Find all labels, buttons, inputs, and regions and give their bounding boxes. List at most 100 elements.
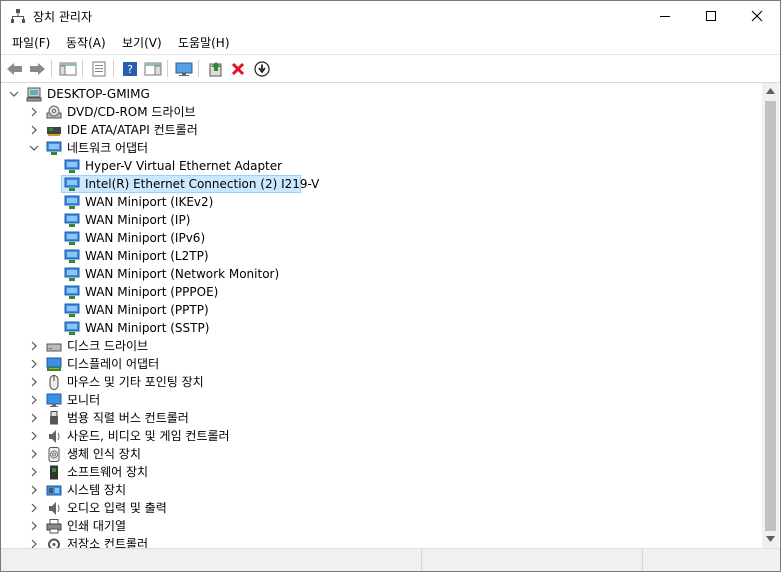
tree-category-software-devices[interactable]: 소프트웨어 장치: [1, 463, 741, 481]
tree-category-usb-controllers[interactable]: 범용 직렬 버스 컨트롤러: [1, 409, 741, 427]
tree-category-sound-video-game[interactable]: 사운드, 비디오 및 게임 컨트롤러: [1, 427, 741, 445]
properties-button[interactable]: [89, 59, 109, 79]
chevron-right-icon[interactable]: [29, 395, 39, 405]
tree-item-label: 인쇄 대기열: [67, 519, 127, 533]
tree-category-biometric[interactable]: 생체 인식 장치: [1, 445, 741, 463]
network-adapter-icon: [64, 195, 80, 209]
chevron-right-icon[interactable]: [29, 125, 39, 135]
forward-button[interactable]: [27, 59, 47, 79]
title-bar: 장치 관리자: [1, 1, 780, 31]
menu-file[interactable]: 파일(F): [12, 34, 50, 51]
download-arrow-icon: [254, 61, 270, 77]
delete-x-icon: [231, 62, 245, 76]
network-adapter-icon: [64, 303, 80, 317]
help-button[interactable]: ?: [120, 59, 140, 79]
scan-hardware-changes-button[interactable]: [174, 59, 194, 79]
tree-category-mice[interactable]: 마우스 및 기타 포인팅 장치: [1, 373, 741, 391]
tree-category-ide-ata[interactable]: IDE ATA/ATAPI 컨트롤러: [1, 121, 741, 139]
chevron-right-icon[interactable]: [29, 503, 39, 513]
tree-item-label: 소프트웨어 장치: [67, 465, 149, 479]
tree-category-dvd-cdrom[interactable]: DVD/CD-ROM 드라이브: [1, 103, 741, 121]
tree-child-wan-sstp[interactable]: WAN Miniport (SSTP): [1, 319, 741, 337]
tree-item-label: 시스템 장치: [67, 483, 127, 497]
dvd-drive-icon: [46, 105, 62, 119]
scroll-up-arrow-icon[interactable]: [766, 88, 775, 94]
uninstall-device-button[interactable]: [228, 59, 248, 79]
menu-action[interactable]: 동작(A): [66, 34, 106, 51]
tree-item-label: WAN Miniport (SSTP): [85, 321, 210, 335]
minimize-button[interactable]: [642, 1, 688, 31]
toolbar-separator: [167, 60, 168, 77]
tree-child-hyperv-adapter[interactable]: Hyper-V Virtual Ethernet Adapter: [1, 157, 741, 175]
chevron-right-icon[interactable]: [29, 377, 39, 387]
tree-item-label: Intel(R) Ethernet Connection (2) I219-V: [85, 177, 320, 191]
menu-help[interactable]: 도움말(H): [178, 34, 230, 51]
tree-item-label: 네트워크 어댑터: [67, 141, 149, 155]
chevron-down-icon[interactable]: [9, 89, 19, 99]
scroll-down-arrow-icon[interactable]: [766, 536, 775, 542]
tree-item-label: WAN Miniport (PPPOE): [85, 285, 219, 299]
status-pane-middle: [422, 549, 643, 571]
tree-child-wan-ipv6[interactable]: WAN Miniport (IPv6): [1, 229, 741, 247]
tree-category-network-adapters[interactable]: 네트워크 어댑터: [1, 139, 741, 157]
tree-child-wan-network-monitor[interactable]: WAN Miniport (Network Monitor): [1, 265, 741, 283]
network-adapter-icon: [64, 267, 80, 281]
minimize-icon: [660, 16, 670, 17]
tree-child-wan-pptp[interactable]: WAN Miniport (PPTP): [1, 301, 741, 319]
network-adapter-icon: [46, 141, 62, 155]
tree-item-label: Hyper-V Virtual Ethernet Adapter: [85, 159, 283, 173]
audio-io-icon: [49, 502, 60, 515]
chevron-right-icon[interactable]: [29, 485, 39, 495]
computer-icon: [26, 87, 42, 102]
tree-child-wan-pppoe[interactable]: WAN Miniport (PPPOE): [1, 283, 741, 301]
menu-view[interactable]: 보기(V): [122, 34, 162, 51]
usb-icon: [50, 411, 58, 425]
update-driver-button[interactable]: [206, 59, 226, 79]
system-device-icon: [46, 485, 62, 496]
download-driver-button[interactable]: [252, 59, 272, 79]
chevron-right-icon[interactable]: [29, 431, 39, 441]
scrollbar-thumb[interactable]: [765, 101, 776, 531]
chevron-right-icon[interactable]: [29, 521, 39, 531]
device-manager-window: 장치 관리자 파일(F) 동작(A) 보기(V) 도움말(H) ? DESKTO…: [0, 0, 781, 572]
tree-item-label: DVD/CD-ROM 드라이브: [67, 105, 196, 119]
software-device-icon: [50, 465, 58, 480]
close-button[interactable]: [734, 1, 780, 31]
tree-root-node[interactable]: DESKTOP-GMIMG: [1, 85, 741, 103]
chevron-right-icon[interactable]: [29, 359, 39, 369]
tree-child-wan-ikev2[interactable]: WAN Miniport (IKEv2): [1, 193, 741, 211]
tree-item-label: 사운드, 비디오 및 게임 컨트롤러: [67, 429, 230, 443]
tree-category-monitors[interactable]: 모니터: [1, 391, 741, 409]
chevron-right-icon[interactable]: [29, 107, 39, 117]
tree-child-wan-l2tp[interactable]: WAN Miniport (L2TP): [1, 247, 741, 265]
action-pane-icon: [144, 62, 162, 76]
help-icon: ?: [123, 62, 137, 76]
back-button[interactable]: [5, 59, 25, 79]
chevron-down-icon[interactable]: [29, 143, 39, 153]
tree-item-label: WAN Miniport (IP): [85, 213, 191, 227]
view-action-pane-button[interactable]: [143, 59, 163, 79]
tree-child-wan-ip[interactable]: WAN Miniport (IP): [1, 211, 741, 229]
close-icon: [751, 10, 763, 22]
tree-category-display-adapters[interactable]: 디스플레이 어댑터: [1, 355, 741, 373]
tree-category-disk-drives[interactable]: 디스크 드라이브: [1, 337, 741, 355]
update-driver-icon: [209, 62, 222, 77]
show-hide-console-tree-button[interactable]: [58, 59, 78, 79]
chevron-right-icon[interactable]: [29, 341, 39, 351]
tree-category-storage-controllers[interactable]: 저장소 컨트롤러: [1, 535, 741, 548]
tree-category-print-queues[interactable]: 인쇄 대기열: [1, 517, 741, 535]
toolbar-separator: [51, 60, 52, 77]
chevron-right-icon[interactable]: [29, 413, 39, 423]
tree-item-label: 마우스 및 기타 포인팅 장치: [67, 375, 204, 389]
chevron-right-icon[interactable]: [29, 449, 39, 459]
tree-item-label: 오디오 입력 및 출력: [67, 501, 167, 515]
tree-child-intel-ethernet[interactable]: Intel(R) Ethernet Connection (2) I219-V: [1, 175, 741, 193]
vertical-scrollbar[interactable]: [762, 83, 779, 548]
tree-category-audio-io[interactable]: 오디오 입력 및 출력: [1, 499, 741, 517]
maximize-button[interactable]: [688, 1, 734, 31]
window-title: 장치 관리자: [33, 10, 93, 24]
chevron-right-icon[interactable]: [29, 467, 39, 477]
chevron-right-icon[interactable]: [29, 539, 39, 548]
tree-item-label: 저장소 컨트롤러: [67, 537, 149, 548]
tree-category-system-devices[interactable]: 시스템 장치: [1, 481, 741, 499]
